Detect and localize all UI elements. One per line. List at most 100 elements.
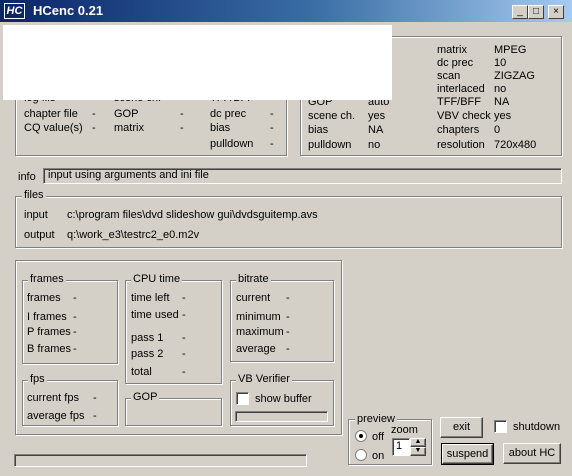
arrow-up-icon: ▲ xyxy=(414,438,422,445)
resolution-value: 720x480 xyxy=(494,139,537,151)
chapters-label: chapters xyxy=(437,124,480,136)
input-label: input xyxy=(24,209,48,221)
progress-bar xyxy=(14,454,307,467)
b-frames-label: B frames xyxy=(27,343,72,355)
current-bitrate-value: - xyxy=(286,292,290,304)
interlaced-value: no xyxy=(494,83,507,95)
time-used-label: time used xyxy=(131,309,179,321)
gop-label: GOP xyxy=(114,108,139,120)
current-bitrate-label: current xyxy=(236,292,271,304)
p-frames-label: P frames xyxy=(27,326,71,338)
p-frames-value: - xyxy=(73,326,77,338)
maximum-bitrate-value: - xyxy=(286,326,290,338)
b-frames-value: - xyxy=(73,343,77,355)
exit-button[interactable]: exit xyxy=(440,417,483,438)
current-fps-label: current fps xyxy=(27,392,79,404)
chapters-value: 0 xyxy=(494,124,501,136)
scan-label: scan xyxy=(437,70,461,82)
tff-bff-mode-value: NA xyxy=(494,96,510,108)
matrix-value: - xyxy=(180,122,184,134)
tff-bff-mode-label: TFF/BFF xyxy=(437,96,481,108)
vbv-title: VB Verifier xyxy=(236,373,292,385)
preview-off-label: off xyxy=(372,431,385,443)
interlaced-label: interlaced xyxy=(437,83,485,95)
input-path: c:\program files\dvd slideshow gui\dvdsg… xyxy=(67,209,318,221)
matrix-mode-label: matrix xyxy=(437,44,467,56)
minimum-bitrate-value: - xyxy=(286,311,290,323)
resolution-label: resolution xyxy=(437,139,485,151)
cq-value-value: - xyxy=(92,122,96,134)
average-bitrate-label: average xyxy=(236,343,276,355)
show-buffer-label: show buffer xyxy=(255,393,312,405)
time-left-value: - xyxy=(182,292,186,304)
minimize-button[interactable]: _ xyxy=(512,5,528,19)
suspend-button[interactable]: suspend xyxy=(441,443,494,465)
frames-count-value: - xyxy=(73,292,77,304)
zoom-label: zoom xyxy=(391,424,418,436)
info-label: info xyxy=(18,171,36,183)
zoom-up-button[interactable]: ▲ xyxy=(410,438,426,447)
maximum-bitrate-label: maximum xyxy=(236,326,284,338)
fps-title: fps xyxy=(28,373,47,385)
dc-prec-value: - xyxy=(270,108,274,120)
pulldown-mode-value: no xyxy=(368,139,381,151)
bitrate-title: bitrate xyxy=(236,273,271,285)
arrow-down-icon: ▼ xyxy=(414,447,422,454)
scene-ch-label: scene ch. xyxy=(308,110,356,122)
scan-value: ZIGZAG xyxy=(494,70,535,82)
pulldown-mode-label: pulldown xyxy=(308,139,352,151)
time-left-label: time left xyxy=(131,292,170,304)
pass1-value: - xyxy=(182,332,186,344)
pulldown-label: pulldown xyxy=(210,138,254,150)
blank-panel xyxy=(3,25,392,100)
pass2-label: pass 2 xyxy=(131,348,164,360)
shutdown-label: shutdown xyxy=(513,421,561,433)
average-bitrate-value: - xyxy=(286,343,290,355)
show-buffer-checkbox[interactable] xyxy=(236,392,249,405)
vbv-check-value: yes xyxy=(494,110,512,122)
scene-ch-value: yes xyxy=(368,110,386,122)
dc-prec-label: dc prec xyxy=(210,108,247,120)
bias-value: - xyxy=(270,122,274,134)
output-label: output xyxy=(24,229,55,241)
frames-title: frames xyxy=(28,273,66,285)
minimum-bitrate-label: minimum xyxy=(236,311,281,323)
gop-value: - xyxy=(180,108,184,120)
frames-count-label: frames xyxy=(27,292,61,304)
chapter-file-value: - xyxy=(92,108,96,120)
bias-mode-label: bias xyxy=(308,124,329,136)
i-frames-value: - xyxy=(73,311,77,323)
about-button[interactable]: about HC xyxy=(503,443,561,464)
dc-prec-mode-value: 10 xyxy=(494,57,507,69)
shutdown-checkbox[interactable] xyxy=(494,420,507,433)
preview-on-radio[interactable] xyxy=(355,449,367,461)
time-used-value: - xyxy=(182,309,186,321)
pass2-value: - xyxy=(182,348,186,360)
total-value: - xyxy=(182,366,186,378)
average-fps-label: average fps xyxy=(27,410,85,422)
output-path: q:\work_e3\testrc2_e0.m2v xyxy=(67,229,200,241)
window-title: HCenc 0.21 xyxy=(33,3,104,18)
pass1-label: pass 1 xyxy=(131,332,164,344)
total-label: total xyxy=(131,366,152,378)
buffer-bar xyxy=(235,411,328,422)
close-button[interactable]: × xyxy=(548,5,564,19)
preview-on-label: on xyxy=(372,450,385,462)
i-frames-label: I frames xyxy=(27,311,67,323)
bias-mode-value: NA xyxy=(368,124,384,136)
cpu-time-title: CPU time xyxy=(131,273,183,285)
matrix-label: matrix xyxy=(114,122,144,134)
zoom-input[interactable]: 1 xyxy=(392,438,410,456)
pulldown-value: - xyxy=(270,138,274,150)
app-icon: HC xyxy=(4,3,25,19)
dc-prec-mode-label: dc prec xyxy=(437,57,474,69)
zoom-down-button[interactable]: ▼ xyxy=(410,447,426,456)
chapter-file-label: chapter file xyxy=(24,108,78,120)
bias-label: bias xyxy=(210,122,231,134)
files-title: files xyxy=(22,189,46,201)
gop-title: GOP xyxy=(131,391,160,403)
preview-off-radio[interactable] xyxy=(355,430,367,442)
current-fps-value: - xyxy=(93,392,97,404)
maximize-button[interactable]: □ xyxy=(528,5,544,19)
average-fps-value: - xyxy=(93,410,97,422)
